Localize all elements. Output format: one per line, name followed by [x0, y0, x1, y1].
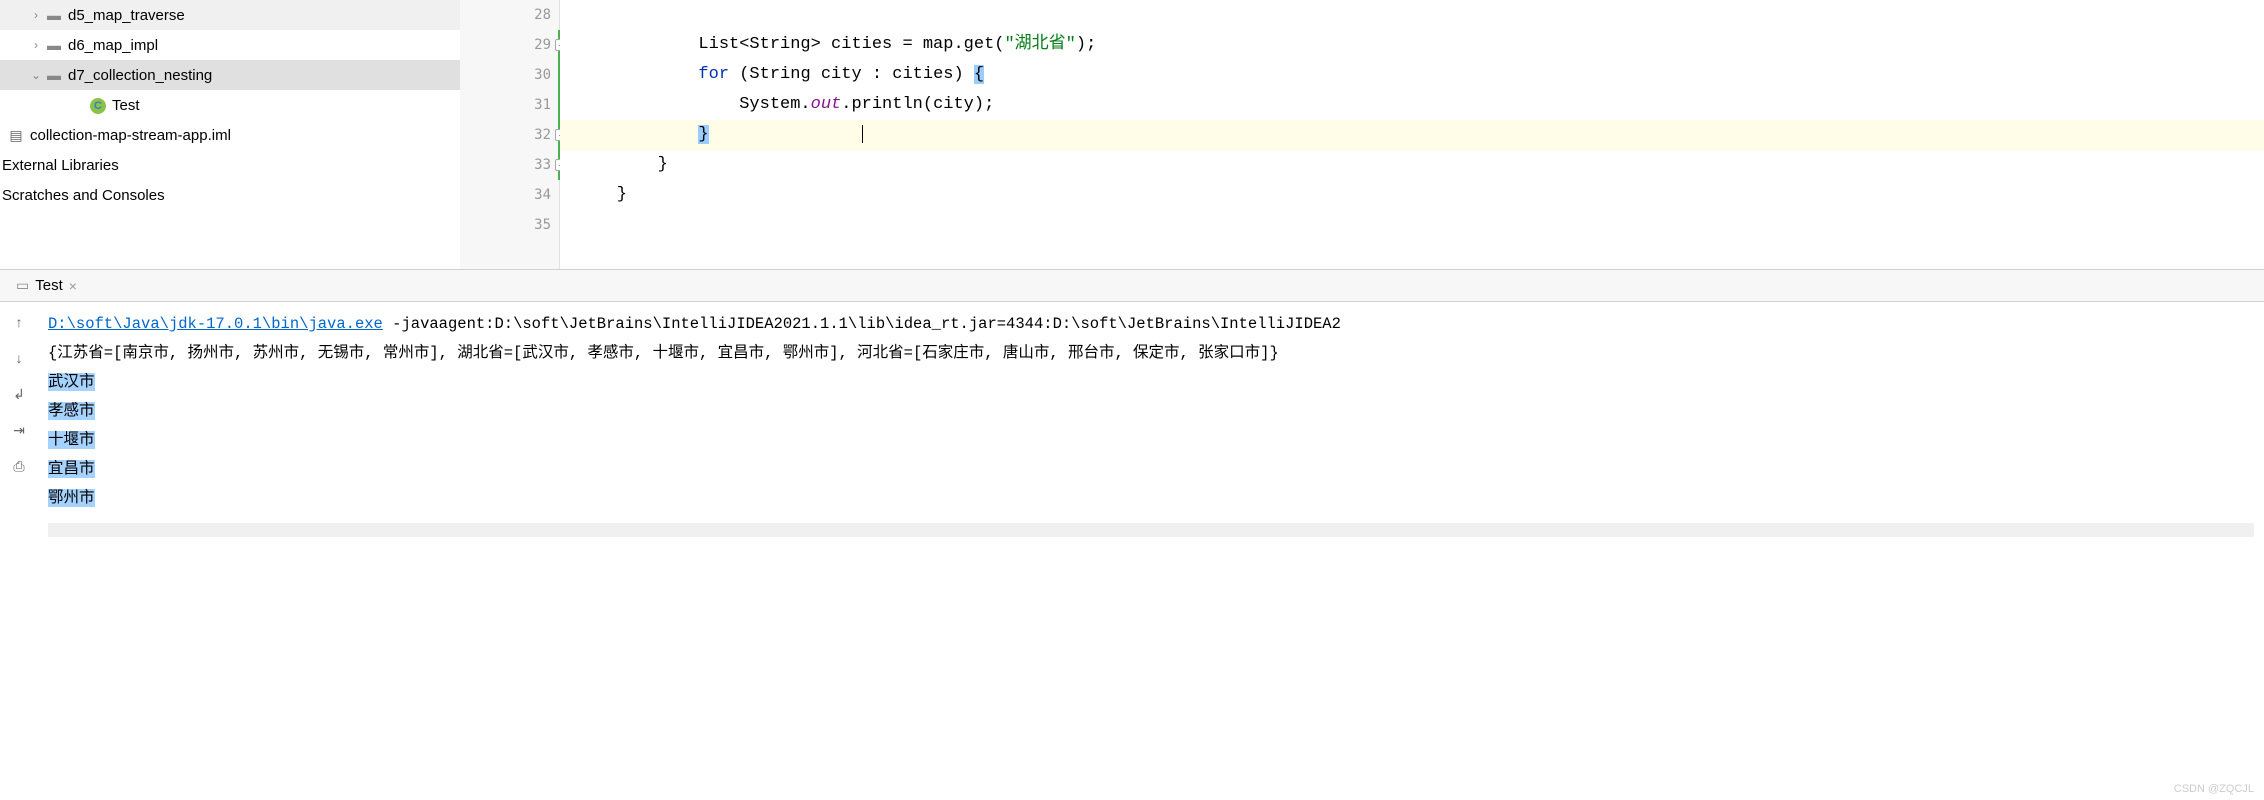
- tree-item-d5[interactable]: › ▬ d5_map_traverse: [0, 0, 460, 30]
- console-output-line[interactable]: 武汉市: [48, 368, 2254, 397]
- code-line[interactable]: }: [560, 150, 2264, 180]
- code-line[interactable]: List<String> cities = map.get("湖北省");: [560, 30, 2264, 60]
- code-editor[interactable]: List<String> cities = map.get("湖北省"); fo…: [560, 0, 2264, 269]
- horizontal-scrollbar[interactable]: [48, 523, 2254, 537]
- tree-label: d7_collection_nesting: [68, 67, 212, 84]
- tree-label: d5_map_traverse: [68, 7, 185, 24]
- code-line[interactable]: for (String city : cities) {: [560, 60, 2264, 90]
- line-number[interactable]: 32−: [460, 120, 559, 150]
- exe-path-link[interactable]: D:\soft\Java\jdk-17.0.1\bin\java.exe: [48, 315, 383, 333]
- line-number[interactable]: 28: [460, 0, 559, 30]
- run-config-icon: ▭: [16, 277, 29, 294]
- line-number[interactable]: 30: [460, 60, 559, 90]
- tree-label: Scratches and Consoles: [2, 187, 165, 204]
- chevron-right-icon[interactable]: ›: [28, 38, 44, 52]
- print-icon[interactable]: ⎙: [7, 454, 31, 478]
- tree-item-test-class[interactable]: C Test: [0, 90, 460, 120]
- folder-icon: ▬: [44, 7, 64, 23]
- editor-gutter: 28 29− 30 31 32− 33− 34 35: [460, 0, 560, 269]
- tree-item-iml[interactable]: ▤ collection-map-stream-app.iml: [0, 120, 460, 150]
- run-tab-test[interactable]: ▭ Test ×: [8, 273, 85, 298]
- tree-item-d7[interactable]: ⌄ ▬ d7_collection_nesting: [0, 60, 460, 90]
- class-icon: C: [88, 96, 108, 114]
- line-number[interactable]: 33−: [460, 150, 559, 180]
- tree-label: d6_map_impl: [68, 37, 158, 54]
- tree-label: Test: [112, 97, 140, 114]
- tree-label: collection-map-stream-app.iml: [30, 127, 231, 144]
- line-number[interactable]: 34: [460, 180, 559, 210]
- folder-icon: ▬: [44, 37, 64, 53]
- folder-icon: ▬: [44, 67, 64, 83]
- console-command-line[interactable]: D:\soft\Java\jdk-17.0.1\bin\java.exe -ja…: [48, 310, 2254, 339]
- scroll-down-icon[interactable]: ↓: [7, 346, 31, 370]
- console-output-line[interactable]: 孝感市: [48, 397, 2254, 426]
- console-output-line[interactable]: 宜昌市: [48, 455, 2254, 484]
- scroll-to-end-icon[interactable]: ⇥: [7, 418, 31, 442]
- soft-wrap-icon[interactable]: ↲: [7, 382, 31, 406]
- project-tree[interactable]: › ▬ d5_map_traverse › ▬ d6_map_impl ⌄ ▬ …: [0, 0, 460, 269]
- code-line[interactable]: [560, 210, 2264, 240]
- code-line[interactable]: System.out.println(city);: [560, 90, 2264, 120]
- tree-item-scratches[interactable]: Scratches and Consoles: [0, 180, 460, 210]
- file-icon: ▤: [6, 127, 26, 144]
- console-output-line[interactable]: {江苏省=[南京市, 扬州市, 苏州市, 无锡市, 常州市], 湖北省=[武汉市…: [48, 339, 2254, 368]
- code-line[interactable]: }: [560, 180, 2264, 210]
- console-toolbar: ↑ ↓ ↲ ⇥ ⎙: [0, 302, 38, 800]
- console-output-line[interactable]: 鄂州市: [48, 484, 2254, 513]
- run-tab-bar: ▭ Test ×: [0, 270, 2264, 302]
- console-output[interactable]: D:\soft\Java\jdk-17.0.1\bin\java.exe -ja…: [38, 302, 2264, 800]
- tree-item-d6[interactable]: › ▬ d6_map_impl: [0, 30, 460, 60]
- chevron-right-icon[interactable]: ›: [28, 8, 44, 22]
- line-number[interactable]: 35: [460, 210, 559, 240]
- watermark: CSDN @ZQCJL: [2174, 783, 2254, 795]
- tree-item-external-libraries[interactable]: External Libraries: [0, 150, 460, 180]
- line-number[interactable]: 29−: [460, 30, 559, 60]
- close-icon[interactable]: ×: [69, 278, 77, 294]
- code-line[interactable]: [560, 0, 2264, 30]
- scroll-up-icon[interactable]: ↑: [7, 310, 31, 334]
- code-line-current[interactable]: }: [560, 120, 2264, 150]
- line-number[interactable]: 31: [460, 90, 559, 120]
- console-output-line[interactable]: 十堰市: [48, 426, 2254, 455]
- chevron-down-icon[interactable]: ⌄: [28, 68, 44, 82]
- tree-label: External Libraries: [2, 157, 119, 174]
- tab-label: Test: [35, 277, 63, 294]
- text-cursor: [862, 125, 863, 143]
